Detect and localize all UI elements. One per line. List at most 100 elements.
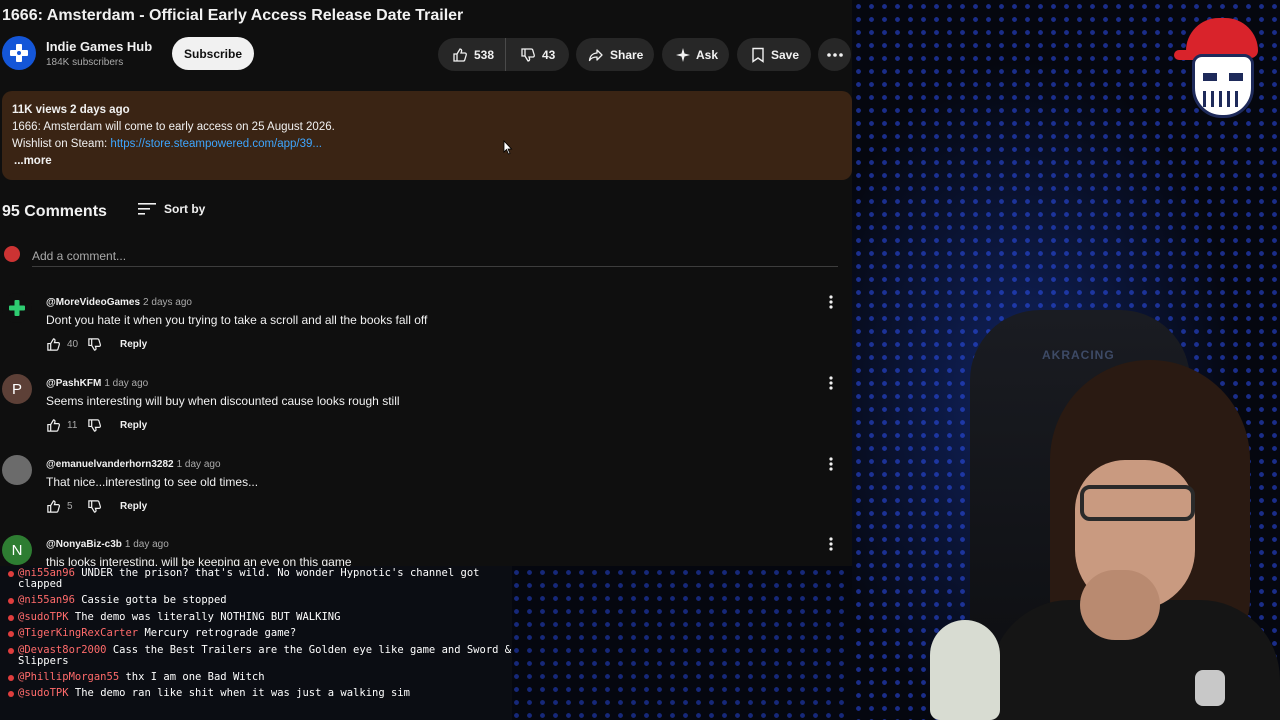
show-more-button[interactable]: ...more <box>14 153 842 170</box>
more-vertical-icon[interactable] <box>829 376 833 390</box>
chat-username: @sudoTPK <box>18 687 69 700</box>
more-vertical-icon[interactable] <box>829 295 833 309</box>
thumbs-up-icon[interactable] <box>46 499 61 514</box>
reply-button[interactable]: Reply <box>120 420 147 431</box>
thumbs-down-icon[interactable] <box>87 418 102 433</box>
like-button[interactable]: 538 <box>438 38 506 71</box>
chat-text: thx I am one Bad Witch <box>125 670 265 683</box>
comment-time[interactable]: 1 day ago <box>104 378 148 389</box>
microphone <box>930 620 1000 720</box>
chat-text: The demo was literally NOTHING BUT WALKI… <box>74 610 341 623</box>
save-button[interactable]: Save <box>737 38 811 71</box>
comment-like-count: 5 <box>67 501 73 512</box>
chat-username: @PhillipMorgan55 <box>18 670 120 683</box>
comment-author[interactable]: @NonyaBiz-c3b <box>46 539 122 550</box>
thumbs-up-icon[interactable] <box>46 337 61 352</box>
comment-avatar[interactable]: N <box>2 535 32 565</box>
bookmark-icon <box>752 47 764 63</box>
comment-author[interactable]: @emanuelvanderhorn3282 <box>46 459 174 470</box>
comment-time[interactable]: 1 day ago <box>177 459 221 470</box>
chat-message: @sudoTPK The demo was literally NOTHING … <box>4 610 512 623</box>
green-cross-icon <box>9 300 25 316</box>
more-horizontal-icon <box>826 52 843 57</box>
thumbs-up-icon <box>453 47 467 62</box>
channel-avatar[interactable] <box>2 36 36 70</box>
share-button[interactable]: Share <box>576 38 654 71</box>
comment-avatar[interactable]: P <box>2 374 32 404</box>
chat-message: @Devast8or2000 Cass the Best Trailers ar… <box>4 644 512 667</box>
ask-button[interactable]: Ask <box>662 38 729 71</box>
thumbs-down-icon[interactable] <box>87 499 102 514</box>
comment-avatar[interactable] <box>2 455 32 485</box>
comment-author[interactable]: @PashKFM <box>46 378 101 389</box>
current-user-avatar <box>4 246 20 262</box>
save-label: Save <box>771 47 800 62</box>
mascot-eye-right <box>1229 73 1243 81</box>
comment-author-line: @PashKFM 1 day ago <box>46 378 148 389</box>
dislike-button[interactable]: 43 <box>506 38 555 71</box>
steam-link[interactable]: https://store.steampowered.com/app/39... <box>110 138 322 150</box>
wishlist-prefix: Wishlist on Steam: <box>12 138 111 150</box>
chat-message: @ni55an96 Cassie gotta be stopped <box>4 595 512 606</box>
sort-icon <box>138 203 156 215</box>
comment-text: That nice...interesting to see old times… <box>46 475 259 489</box>
video-description[interactable]: 11K views 2 days ago 1666: Amsterdam wil… <box>2 91 852 180</box>
comment-author-line: @emanuelvanderhorn3282 1 day ago <box>46 459 221 470</box>
chat-text: The demo ran like shit when it was just … <box>74 687 410 700</box>
chat-username: @TigerKingRexCarter <box>18 627 139 640</box>
sparkle-icon <box>676 47 690 62</box>
more-vertical-icon[interactable] <box>829 457 833 471</box>
share-label: Share <box>610 47 644 62</box>
chat-username: @ni55an96 <box>18 594 75 607</box>
comments-count: 95 Comments <box>2 203 107 220</box>
wristwatch <box>1195 670 1225 706</box>
comment-text: Seems interesting will buy when discount… <box>46 394 400 408</box>
like-dislike-group: 538 43 <box>438 38 569 71</box>
mascot-eye-left <box>1203 73 1217 81</box>
more-actions-button[interactable] <box>818 38 851 71</box>
mascot-teeth <box>1203 91 1243 107</box>
reply-button[interactable]: Reply <box>120 501 147 512</box>
chat-text: Cassie gotta be stopped <box>81 594 227 607</box>
comment-time[interactable]: 2 days ago <box>143 297 192 308</box>
comment-time[interactable]: 1 day ago <box>125 539 169 550</box>
comment-actions: 40 Reply <box>46 337 147 352</box>
more-vertical-icon[interactable] <box>829 537 833 551</box>
comment-actions: 11 Reply <box>46 418 147 433</box>
comment-item: @emanuelvanderhorn3282 1 day ago That nic… <box>0 455 852 535</box>
thumbs-down-icon[interactable] <box>87 337 102 352</box>
comment-author[interactable]: @MoreVideoGames <box>46 297 140 308</box>
stream-chat-overlay: @ni55an96 UNDER the prison? that's wild.… <box>0 566 512 720</box>
comment-like-count: 11 <box>67 420 78 431</box>
like-count: 538 <box>474 47 495 62</box>
chat-message: @PhillipMorgan55 thx I am one Bad Witch <box>4 670 512 683</box>
add-comment-input[interactable] <box>32 245 838 267</box>
comment-author-line: @MoreVideoGames 2 days ago <box>46 297 192 308</box>
sort-by-label: Sort by <box>164 202 206 216</box>
comment-item: @MoreVideoGames 2 days ago Dont you hate … <box>0 293 852 373</box>
streamer-glasses <box>1080 485 1195 521</box>
streamer-webcam: AKRACING <box>930 300 1280 720</box>
view-count-and-date: 11K views 2 days ago <box>12 104 130 116</box>
subscriber-count: 184K subscribers <box>46 57 124 68</box>
comment-item: P @PashKFM 1 day ago Seems interesting wi… <box>0 374 852 454</box>
dislike-count: 43 <box>542 47 556 62</box>
comment-avatar[interactable] <box>2 293 32 323</box>
channel-name[interactable]: Indie Games Hub <box>46 39 152 54</box>
chat-message: @TigerKingRexCarter Mercury retrograde g… <box>4 628 512 639</box>
comment-author-line: @NonyaBiz-c3b 1 day ago <box>46 539 169 550</box>
comment-actions: 5 Reply <box>46 499 147 514</box>
description-line: 1666: Amsterdam will come to early acces… <box>12 121 335 133</box>
share-icon <box>588 48 603 61</box>
sort-by-button[interactable]: Sort by <box>138 202 205 216</box>
comment-text: Dont you hate it when you trying to take… <box>46 313 428 327</box>
video-title: 1666: Amsterdam - Official Early Access … <box>2 7 464 24</box>
wishlist-line: Wishlist on Steam: https://store.steampo… <box>12 136 842 153</box>
chat-message: @ni55an96 UNDER the prison? that's wild.… <box>4 568 512 590</box>
reply-button[interactable]: Reply <box>120 339 147 350</box>
chat-username: @sudoTPK <box>18 610 69 623</box>
mascot-face <box>1192 54 1254 118</box>
ask-label: Ask <box>696 47 719 62</box>
thumbs-up-icon[interactable] <box>46 418 61 433</box>
subscribe-button[interactable]: Subscribe <box>172 37 254 70</box>
